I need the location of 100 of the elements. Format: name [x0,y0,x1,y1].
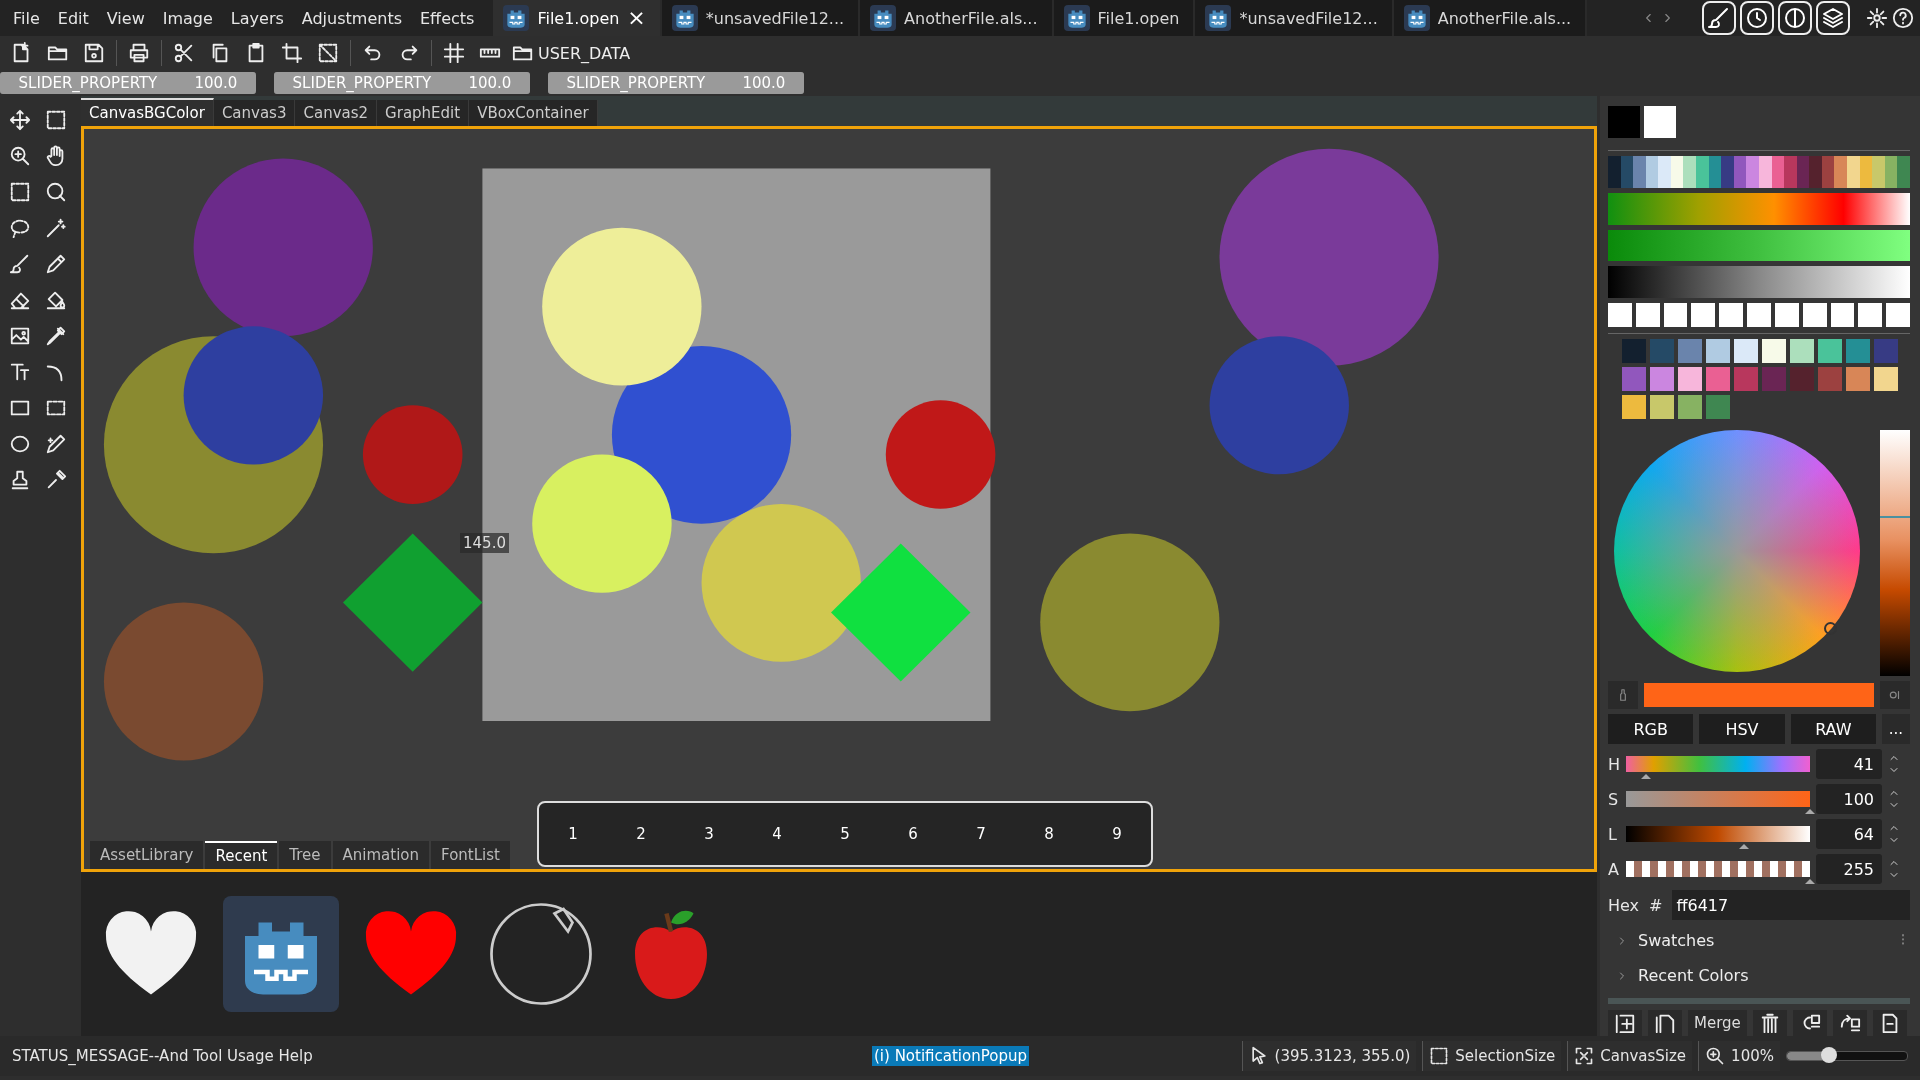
canvas-tab[interactable]: GraphEdit [377,100,470,126]
frame-number[interactable]: 4 [743,803,811,865]
palette-color[interactable] [1633,156,1646,188]
gradient-bar[interactable] [1608,192,1910,225]
help-icon[interactable] [1892,7,1914,29]
palette-color[interactable] [1872,156,1885,188]
duplicate-button[interactable] [1648,1010,1682,1036]
gradient-bar[interactable] [1608,266,1910,299]
frame-number[interactable]: 9 [1083,803,1151,865]
more-button[interactable]: ... [1882,714,1910,745]
palette-color[interactable] [1897,156,1910,188]
panel-tab[interactable]: Animation [332,841,430,869]
swatch[interactable] [1706,395,1730,420]
panel-tab[interactable]: Recent [205,841,278,869]
channel-value-field[interactable]: 100 [1816,784,1882,815]
wheel-handle[interactable] [1824,622,1837,636]
canvas-tab[interactable]: VBoxContainer [469,100,598,126]
merge-button[interactable]: Merge [1688,1010,1747,1036]
color-slot[interactable] [1608,303,1632,328]
settings-icon[interactable] [1866,7,1888,29]
menu-item[interactable]: Edit [48,8,98,28]
document-tab[interactable]: AnotherFile.als... [860,0,1054,36]
swatch[interactable] [1874,339,1898,364]
swatch[interactable] [1874,367,1898,392]
color-slot[interactable] [1774,303,1799,328]
color-slot[interactable] [1886,303,1910,328]
menu-item[interactable]: Effects [411,8,484,28]
swatch[interactable] [1650,367,1674,392]
frame-number[interactable]: 5 [811,803,879,865]
add-layer-button[interactable] [1608,1010,1642,1036]
document-tab[interactable]: *unsavedFile12... [661,0,861,36]
swatch[interactable] [1846,339,1870,364]
color-slot[interactable] [1830,303,1855,328]
primary-color-swatch[interactable] [1608,106,1640,138]
color-slot[interactable] [1719,303,1744,328]
palette-color[interactable] [1683,156,1697,188]
canvas-tab[interactable]: Canvas2 [295,100,378,126]
document-tab[interactable]: *unsavedFile12... [1195,0,1394,36]
menu-item[interactable]: Image [153,8,222,28]
slider-thumb[interactable] [1641,774,1652,780]
panel-tab[interactable]: AssetLibrary [90,841,204,869]
menu-item[interactable]: Adjustments [292,8,411,28]
menu-item[interactable]: Layers [221,8,293,28]
swatch[interactable] [1622,367,1646,392]
frame-number[interactable]: 1 [539,803,607,865]
swatch[interactable] [1818,339,1842,364]
swatch[interactable] [1622,395,1646,420]
frame-number[interactable]: 2 [607,803,675,865]
notification-popup[interactable]: (i) NotificationPopup [872,1046,1029,1066]
frame-number[interactable]: 8 [1015,803,1083,865]
frame-number[interactable]: 7 [947,803,1015,865]
swatch[interactable] [1734,339,1758,364]
hex-field[interactable]: ff6417 [1672,890,1910,921]
file-button[interactable] [1872,1010,1907,1036]
color-slot[interactable] [1858,303,1883,328]
value-slider[interactable] [1880,430,1910,677]
document-tab[interactable]: File1.open [1053,0,1196,36]
swatch[interactable] [1706,367,1730,392]
swatch[interactable] [1678,339,1702,364]
folder-button[interactable]: USER_DATA [508,38,635,68]
slider-thumb[interactable] [1738,844,1749,850]
swatch[interactable] [1734,367,1758,392]
move-layer-button[interactable] [1832,1010,1867,1036]
layer-button[interactable] [1792,1010,1827,1036]
swatch[interactable] [1622,339,1646,364]
frame-number[interactable]: 6 [879,803,947,865]
mode-button[interactable]: HSV [1699,714,1785,745]
swatch[interactable] [1790,367,1814,392]
color-slot[interactable] [1691,303,1716,328]
swatch[interactable] [1762,367,1786,392]
layers-icon[interactable] [1816,1,1850,35]
panel-tab[interactable]: Tree [279,841,331,869]
color-slot[interactable] [1635,303,1660,328]
swatch[interactable] [1706,339,1730,364]
color-slot[interactable] [1747,303,1771,328]
channel-value-field[interactable]: 41 [1816,749,1882,780]
menu-item[interactable]: File [4,8,49,28]
secondary-color-swatch[interactable] [1644,106,1676,138]
contrast-icon[interactable] [1778,1,1812,35]
palette-color[interactable] [1658,156,1671,188]
document-tab[interactable]: AnotherFile.als... [1393,0,1588,36]
palette-color[interactable] [1696,156,1709,188]
color-slot[interactable] [1663,303,1688,328]
swatch[interactable] [1846,367,1870,392]
section-header[interactable]: Recent Colors [1608,961,1755,991]
frame-number[interactable]: 3 [675,803,743,865]
eyedropper-button[interactable] [1608,681,1638,710]
channel-value-field[interactable]: 64 [1816,819,1882,850]
swatch[interactable] [1650,395,1674,420]
palette-color[interactable] [1608,156,1621,188]
section-header[interactable]: Swatches [1608,926,1721,956]
document-tab[interactable]: File1.open × [493,0,662,36]
gradient-bar[interactable] [1608,229,1910,262]
palette-color[interactable] [1721,156,1734,188]
mode-button[interactable]: RAW [1790,714,1876,745]
color-slot[interactable] [1802,303,1827,328]
panel-tab[interactable]: FontList [431,841,510,869]
swatch[interactable] [1678,367,1702,392]
delete-button[interactable] [1752,1010,1787,1036]
palette-color[interactable] [1809,156,1822,188]
